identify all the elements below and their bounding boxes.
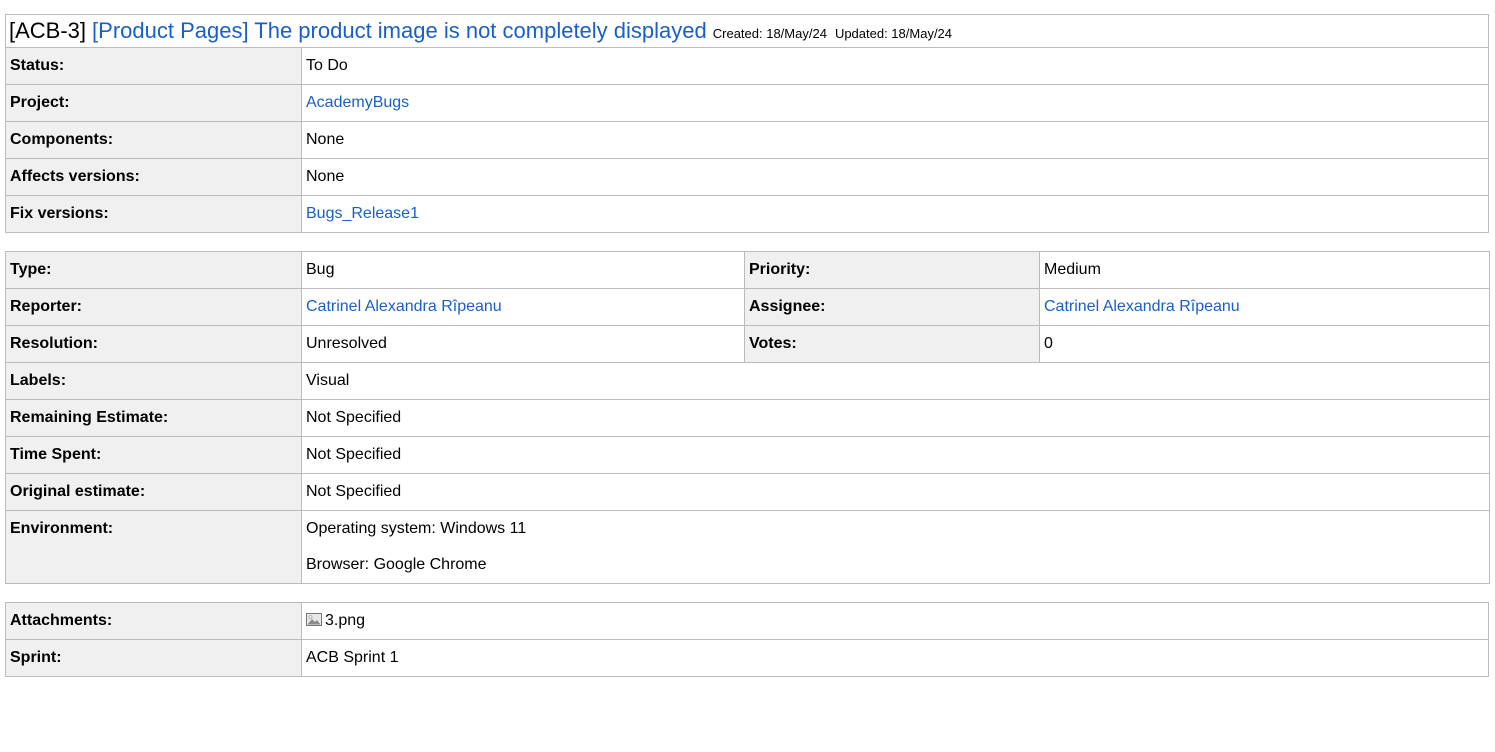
original-estimate-value: Not Specified — [301, 473, 1490, 511]
issue-header: [ACB-3] [Product Pages] The product imag… — [5, 14, 1489, 47]
table-row: Original estimate: Not Specified — [5, 473, 1490, 511]
votes-label: Votes: — [744, 325, 1040, 363]
original-estimate-label: Original estimate: — [5, 473, 302, 511]
environment-line-browser: Browser: Google Chrome — [306, 556, 487, 573]
affects-versions-value: None — [301, 158, 1489, 196]
time-spent-value: Not Specified — [301, 436, 1490, 474]
sprint-value: ACB Sprint 1 — [301, 639, 1489, 677]
environment-value: Operating system: Windows 11 Browser: Go… — [301, 510, 1490, 584]
labels-label: Labels: — [5, 362, 302, 400]
table-row: Components: None — [5, 121, 1489, 159]
affects-versions-label: Affects versions: — [5, 158, 302, 196]
attachments-label: Attachments: — [5, 602, 302, 640]
assignee-label: Assignee: — [744, 288, 1040, 326]
reporter-link[interactable]: Catrinel Alexandra Rîpeanu — [306, 298, 502, 315]
sprint-label: Sprint: — [5, 639, 302, 677]
issue-summary-link[interactable]: [Product Pages] The product image is not… — [92, 18, 707, 44]
table-row: Labels: Visual — [5, 362, 1490, 400]
labels-value: Visual — [301, 362, 1490, 400]
fix-version-link[interactable]: Bugs_Release1 — [306, 205, 419, 222]
project-link[interactable]: AcademyBugs — [306, 94, 409, 111]
table-row: Affects versions: None — [5, 158, 1489, 196]
attachment-link[interactable]: 3.png — [325, 612, 365, 629]
priority-value: Medium — [1039, 251, 1490, 289]
table-row: Reporter: Catrinel Alexandra Rîpeanu Ass… — [5, 288, 1490, 326]
type-label: Type: — [5, 251, 302, 289]
table-row: Attachments: 3.png — [5, 602, 1489, 640]
table-row: Environment: Operating system: Windows 1… — [5, 510, 1490, 584]
remaining-estimate-value: Not Specified — [301, 399, 1490, 437]
environment-label: Environment: — [5, 510, 302, 584]
project-label: Project: — [5, 84, 302, 122]
fix-versions-label: Fix versions: — [5, 195, 302, 233]
priority-label: Priority: — [744, 251, 1040, 289]
issue-key: [ACB-3] — [9, 18, 87, 43]
components-value: None — [301, 121, 1489, 159]
status-label: Status: — [5, 47, 302, 85]
table-row: Status: To Do — [5, 47, 1489, 85]
updated-date: Updated: 18/May/24 — [834, 25, 953, 41]
table-row: Resolution: Unresolved Votes: 0 — [5, 325, 1490, 363]
resolution-value: Unresolved — [301, 325, 745, 363]
assignee-link[interactable]: Catrinel Alexandra Rîpeanu — [1044, 298, 1240, 315]
details-table: Status: To Do Project: AcademyBugs Compo… — [5, 47, 1489, 233]
created-date: Created: 18/May/24 — [712, 25, 827, 41]
votes-value: 0 — [1039, 325, 1490, 363]
resolution-label: Resolution: — [5, 325, 302, 363]
time-spent-label: Time Spent: — [5, 436, 302, 474]
status-value: To Do — [301, 47, 1489, 85]
issue-page: [ACB-3] [Product Pages] The product imag… — [5, 14, 1490, 677]
table-row: Fix versions: Bugs_Release1 — [5, 195, 1489, 233]
image-file-icon — [306, 613, 322, 626]
environment-line-os: Operating system: Windows 11 — [306, 520, 527, 537]
extra-table: Attachments: 3.png Sprint: ACB Sprint 1 — [5, 602, 1489, 677]
issue-dates: Created: 18/May/24 Updated: 18/May/24 — [713, 26, 952, 41]
people-table: Type: Bug Priority: Medium Reporter: Cat… — [5, 251, 1490, 584]
table-row: Sprint: ACB Sprint 1 — [5, 639, 1489, 677]
table-row: Project: AcademyBugs — [5, 84, 1489, 122]
type-value: Bug — [301, 251, 745, 289]
reporter-label: Reporter: — [5, 288, 302, 326]
components-label: Components: — [5, 121, 302, 159]
remaining-estimate-label: Remaining Estimate: — [5, 399, 302, 437]
table-row: Remaining Estimate: Not Specified — [5, 399, 1490, 437]
table-row: Type: Bug Priority: Medium — [5, 251, 1490, 289]
table-row: Time Spent: Not Specified — [5, 436, 1490, 474]
